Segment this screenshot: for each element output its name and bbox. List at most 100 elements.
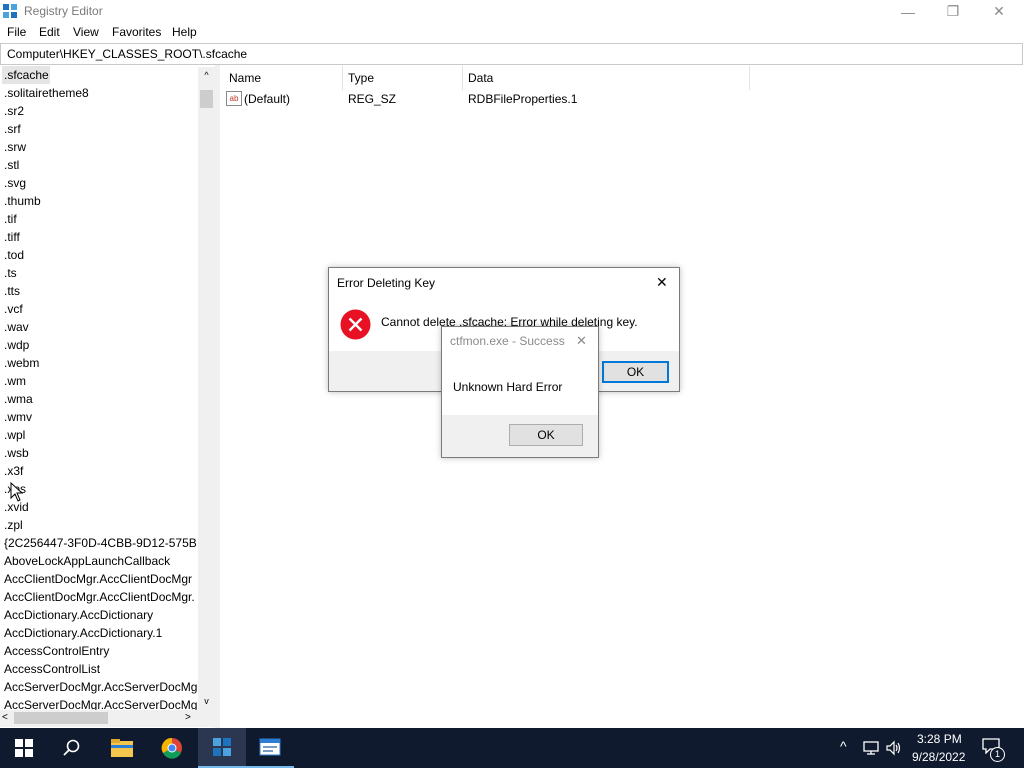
column-divider[interactable] [462, 66, 463, 90]
regedit-icon [213, 738, 231, 756]
dialog-title: ctfmon.exe - Success [450, 334, 565, 348]
scroll-up-icon[interactable]: ^ [200, 68, 213, 82]
start-button[interactable] [0, 728, 48, 768]
tree-item[interactable]: AccClientDocMgr.AccClientDocMgr. [4, 588, 197, 606]
tree-item[interactable]: .wm [4, 372, 197, 390]
tree-item[interactable]: .zpl [4, 516, 197, 534]
ctfmon-success-dialog: ctfmon.exe - Success ✕ Unknown Hard Erro… [441, 326, 599, 458]
chevron-up-icon[interactable]: ^ [840, 738, 847, 754]
close-icon: ✕ [993, 3, 1005, 19]
address-bar[interactable]: Computer\HKEY_CLASSES_ROOT\.sfcache [0, 43, 1023, 65]
tree-item[interactable]: .tod [4, 246, 197, 264]
app-taskbar-button[interactable] [246, 728, 294, 768]
tree-item[interactable]: .srf [4, 120, 197, 138]
tree-item[interactable]: .thumb [4, 192, 197, 210]
minimize-button[interactable]: — [885, 0, 931, 23]
tree-item[interactable]: .sfcache [2, 66, 50, 84]
regedit-taskbar-button[interactable] [198, 728, 246, 768]
tree-item[interactable]: AccessControlList [4, 660, 197, 678]
tree-item[interactable]: AccessControlEntry [4, 642, 197, 660]
tree-scroll-thumb[interactable] [200, 90, 213, 108]
windows-start-icon [15, 739, 33, 757]
close-icon[interactable]: ✕ [656, 274, 668, 291]
window-title: Registry Editor [24, 4, 103, 18]
scroll-right-icon[interactable]: > [185, 712, 195, 724]
file-explorer-icon [111, 739, 133, 757]
close-icon[interactable]: ✕ [576, 333, 587, 349]
menu-bar: File Edit View Favorites Help [0, 23, 1024, 42]
registry-editor-app-icon [3, 4, 17, 18]
tree-item[interactable]: AccServerDocMgr.AccServerDocMgr [4, 678, 197, 696]
dialog-message: Unknown Hard Error [453, 380, 563, 394]
menu-help[interactable]: Help [172, 25, 197, 39]
tree-item[interactable]: .x3f [4, 462, 197, 480]
tree-item[interactable]: .stl [4, 156, 197, 174]
chrome-button[interactable] [148, 728, 196, 768]
value-data: RDBFileProperties.1 [468, 92, 578, 106]
clock-time[interactable]: 3:28 PM [917, 732, 962, 746]
tree-item[interactable]: .wmv [4, 408, 197, 426]
values-list [220, 65, 1024, 728]
tree-item[interactable]: .sr2 [4, 102, 197, 120]
search-icon [63, 739, 80, 756]
column-header-data[interactable]: Data [468, 70, 493, 86]
scroll-corner [198, 710, 215, 727]
tree-item[interactable]: .solitairetheme8 [4, 84, 197, 102]
tree-item[interactable]: .wma [4, 390, 197, 408]
tree-item[interactable]: AccDictionary.AccDictionary [4, 606, 197, 624]
file-explorer-button[interactable] [98, 728, 146, 768]
tree-vertical-scrollbar[interactable] [198, 67, 215, 710]
tree-item[interactable]: .xps [4, 480, 197, 498]
app-window-icon [259, 738, 281, 756]
menu-view[interactable]: View [73, 25, 99, 39]
tree-item[interactable]: .tif [4, 210, 197, 228]
volume-icon[interactable] [885, 740, 903, 756]
error-icon [340, 309, 371, 340]
tree-item[interactable]: .wsb [4, 444, 197, 462]
maximize-button[interactable]: ❐ [930, 0, 976, 23]
tree-item[interactable]: AccDictionary.AccDictionary.1 [4, 624, 197, 642]
tree-item[interactable]: .wpl [4, 426, 197, 444]
value-type: REG_SZ [348, 92, 397, 106]
column-divider[interactable] [749, 66, 750, 90]
notification-center-button[interactable]: 1 [982, 738, 1006, 762]
ok-button[interactable]: OK [509, 424, 583, 446]
tree-hscroll-thumb[interactable] [14, 712, 108, 724]
tree-item[interactable]: .ts [4, 264, 197, 282]
dialog-title: Error Deleting Key [337, 276, 436, 290]
value-name: (Default) [244, 92, 291, 106]
tree-item[interactable]: .tts [4, 282, 197, 300]
tree-item[interactable]: .wdp [4, 336, 197, 354]
tree-item[interactable]: {2C256447-3F0D-4CBB-9D12-575BB2 [4, 534, 197, 552]
column-header-name[interactable]: Name [229, 70, 261, 86]
tree-item[interactable]: AboveLockAppLaunchCallback [4, 552, 197, 570]
restore-icon: ❐ [946, 3, 960, 19]
ok-button[interactable]: OK [602, 361, 669, 383]
clock-date[interactable]: 9/28/2022 [912, 750, 965, 764]
tree-item[interactable]: .xvid [4, 498, 197, 516]
tree-item[interactable]: .webm [4, 354, 197, 372]
tree-item[interactable]: .vcf [4, 300, 197, 318]
mouse-cursor-icon [10, 482, 24, 502]
tree-item[interactable]: AccClientDocMgr.AccClientDocMgr [4, 570, 197, 588]
chrome-icon [161, 737, 182, 759]
scroll-down-icon[interactable]: v [200, 694, 213, 708]
tree-item[interactable]: .svg [4, 174, 197, 192]
column-header-type[interactable]: Type [348, 70, 374, 86]
menu-file[interactable]: File [7, 25, 26, 39]
title-bar [0, 0, 1024, 23]
search-button[interactable] [48, 728, 96, 768]
tree-item[interactable]: .srw [4, 138, 197, 156]
network-icon[interactable] [862, 740, 880, 756]
tree-item[interactable]: .wav [4, 318, 197, 336]
close-button[interactable]: ✕ [976, 0, 1022, 23]
scroll-left-icon[interactable]: < [2, 712, 12, 724]
tree-item[interactable]: .tiff [4, 228, 197, 246]
notification-count-badge: 1 [990, 747, 1005, 762]
minimize-icon: — [901, 3, 915, 20]
menu-favorites[interactable]: Favorites [112, 25, 161, 39]
address-path: Computer\HKEY_CLASSES_ROOT\.sfcache [7, 47, 248, 61]
string-value-icon: ab [226, 91, 242, 106]
column-divider[interactable] [342, 66, 343, 90]
menu-edit[interactable]: Edit [39, 25, 60, 39]
